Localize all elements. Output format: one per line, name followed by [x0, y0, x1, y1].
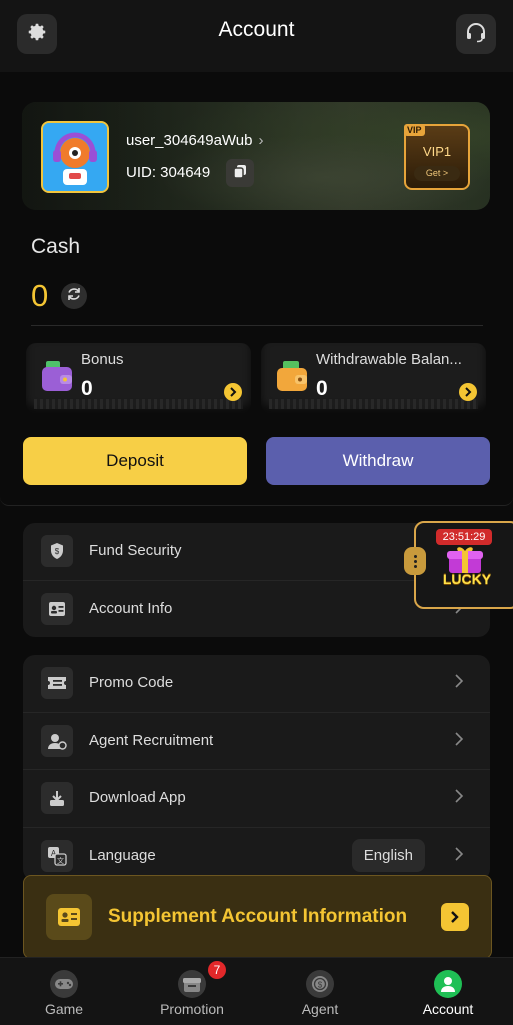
gift-box-icon [178, 970, 206, 998]
bonus-value: 0 [81, 377, 93, 400]
copy-uid-button[interactable] [226, 159, 254, 187]
menu-item-label: Account Info [89, 599, 173, 617]
translate-icon: A文 [41, 839, 73, 872]
nav-label: Agent [301, 1001, 339, 1017]
nav-agent[interactable]: $ Agent [256, 958, 384, 1025]
menu-item-label: Download App [89, 789, 186, 806]
user-icon [434, 970, 462, 998]
nav-game[interactable]: Game [0, 958, 128, 1025]
supplement-account-banner[interactable]: Supplement Account Information [23, 875, 492, 959]
chevron-right-icon [454, 671, 464, 691]
refresh-button[interactable] [61, 283, 87, 309]
vip-corner-tag: VIP [404, 124, 425, 136]
gamepad-icon [50, 970, 78, 998]
chevron-right-icon [224, 383, 242, 401]
withdrawable-label: Withdrawable Balan... [316, 351, 462, 368]
menu-item-promo-code[interactable]: Promo Code [23, 655, 490, 713]
menu-item-label: Agent Recruitment [89, 731, 214, 749]
lucky-label: LUCKY [442, 571, 492, 587]
vip-badge[interactable]: VIP VIP1 Get > [404, 124, 470, 190]
svg-text:$: $ [318, 981, 323, 990]
svg-text:文: 文 [57, 856, 64, 865]
vip-get-button[interactable]: Get > [414, 166, 460, 181]
chevron-right-icon [441, 903, 469, 931]
username: user_304649aWub [126, 132, 253, 149]
svg-text:$: $ [55, 547, 60, 556]
money-wallet-icon [275, 359, 309, 393]
withdraw-button[interactable]: Withdraw [266, 437, 490, 485]
promotion-badge: 7 [208, 961, 226, 979]
nav-label: Promotion [160, 1001, 224, 1017]
lucky-wheel-widget[interactable]: 23:51:29 LUCKY [404, 521, 513, 609]
profile-card: user_304649aWub › UID: 304649 VIP VIP1 Ge… [22, 102, 490, 210]
chevron-right-icon [454, 729, 464, 749]
chevron-right-icon [459, 383, 477, 401]
download-icon [41, 782, 73, 814]
user-plus-icon [41, 724, 73, 757]
settings-group: Promo Code Agent Recruitment Download Ap… [23, 655, 490, 881]
shield-icon: $ [41, 535, 73, 567]
menu-item-label: Language [89, 846, 156, 864]
language-value[interactable]: English [351, 838, 425, 872]
headset-icon [464, 20, 488, 49]
nav-label: Game [44, 1001, 84, 1017]
app-header: Account [0, 0, 513, 72]
bonus-label: Bonus [81, 351, 124, 368]
avatar[interactable] [41, 121, 109, 193]
chevron-right-icon [454, 786, 464, 806]
cash-label: Cash [31, 235, 81, 258]
vip-level: VIP1 [422, 144, 452, 159]
id-card-icon [41, 592, 73, 625]
menu-item-language[interactable]: A文 Language English [23, 828, 490, 882]
nav-account[interactable]: Account [384, 958, 512, 1025]
page-title: Account [218, 18, 295, 41]
copy-icon [232, 163, 248, 184]
support-button[interactable] [456, 14, 496, 54]
ticket-icon [41, 667, 73, 699]
nav-promotion[interactable]: 7 Promotion [128, 958, 256, 1025]
menu-item-label: Fund Security [89, 542, 182, 559]
panel-edge [0, 497, 513, 506]
coin-icon: $ [306, 970, 334, 998]
nav-label: Account [422, 1001, 474, 1017]
refresh-icon [66, 286, 82, 307]
username-link[interactable]: user_304649aWub › [126, 132, 264, 149]
menu-item-agent-recruitment[interactable]: Agent Recruitment [23, 713, 490, 770]
chevron-right-icon: › [258, 132, 264, 149]
bottom-nav: Game 7 Promotion $ Agent Account [0, 957, 513, 1025]
deposit-button[interactable]: Deposit [23, 437, 247, 485]
menu-item-download-app[interactable]: Download App [23, 770, 490, 828]
bonus-card[interactable]: Bonus 0 [26, 343, 251, 413]
cash-value: 0 [31, 278, 49, 313]
chevron-right-icon [454, 844, 464, 864]
lucky-timer: 23:51:29 [436, 529, 492, 545]
wallet-icon [40, 359, 74, 393]
withdrawable-card[interactable]: Withdrawable Balan... 0 [261, 343, 486, 413]
menu-item-label: Promo Code [89, 674, 174, 691]
withdrawable-value: 0 [316, 377, 328, 400]
supplement-label: Supplement Account Information [108, 906, 408, 927]
divider [31, 325, 483, 326]
uid-text: UID: 304649 [126, 164, 211, 181]
id-card-icon [46, 894, 92, 940]
